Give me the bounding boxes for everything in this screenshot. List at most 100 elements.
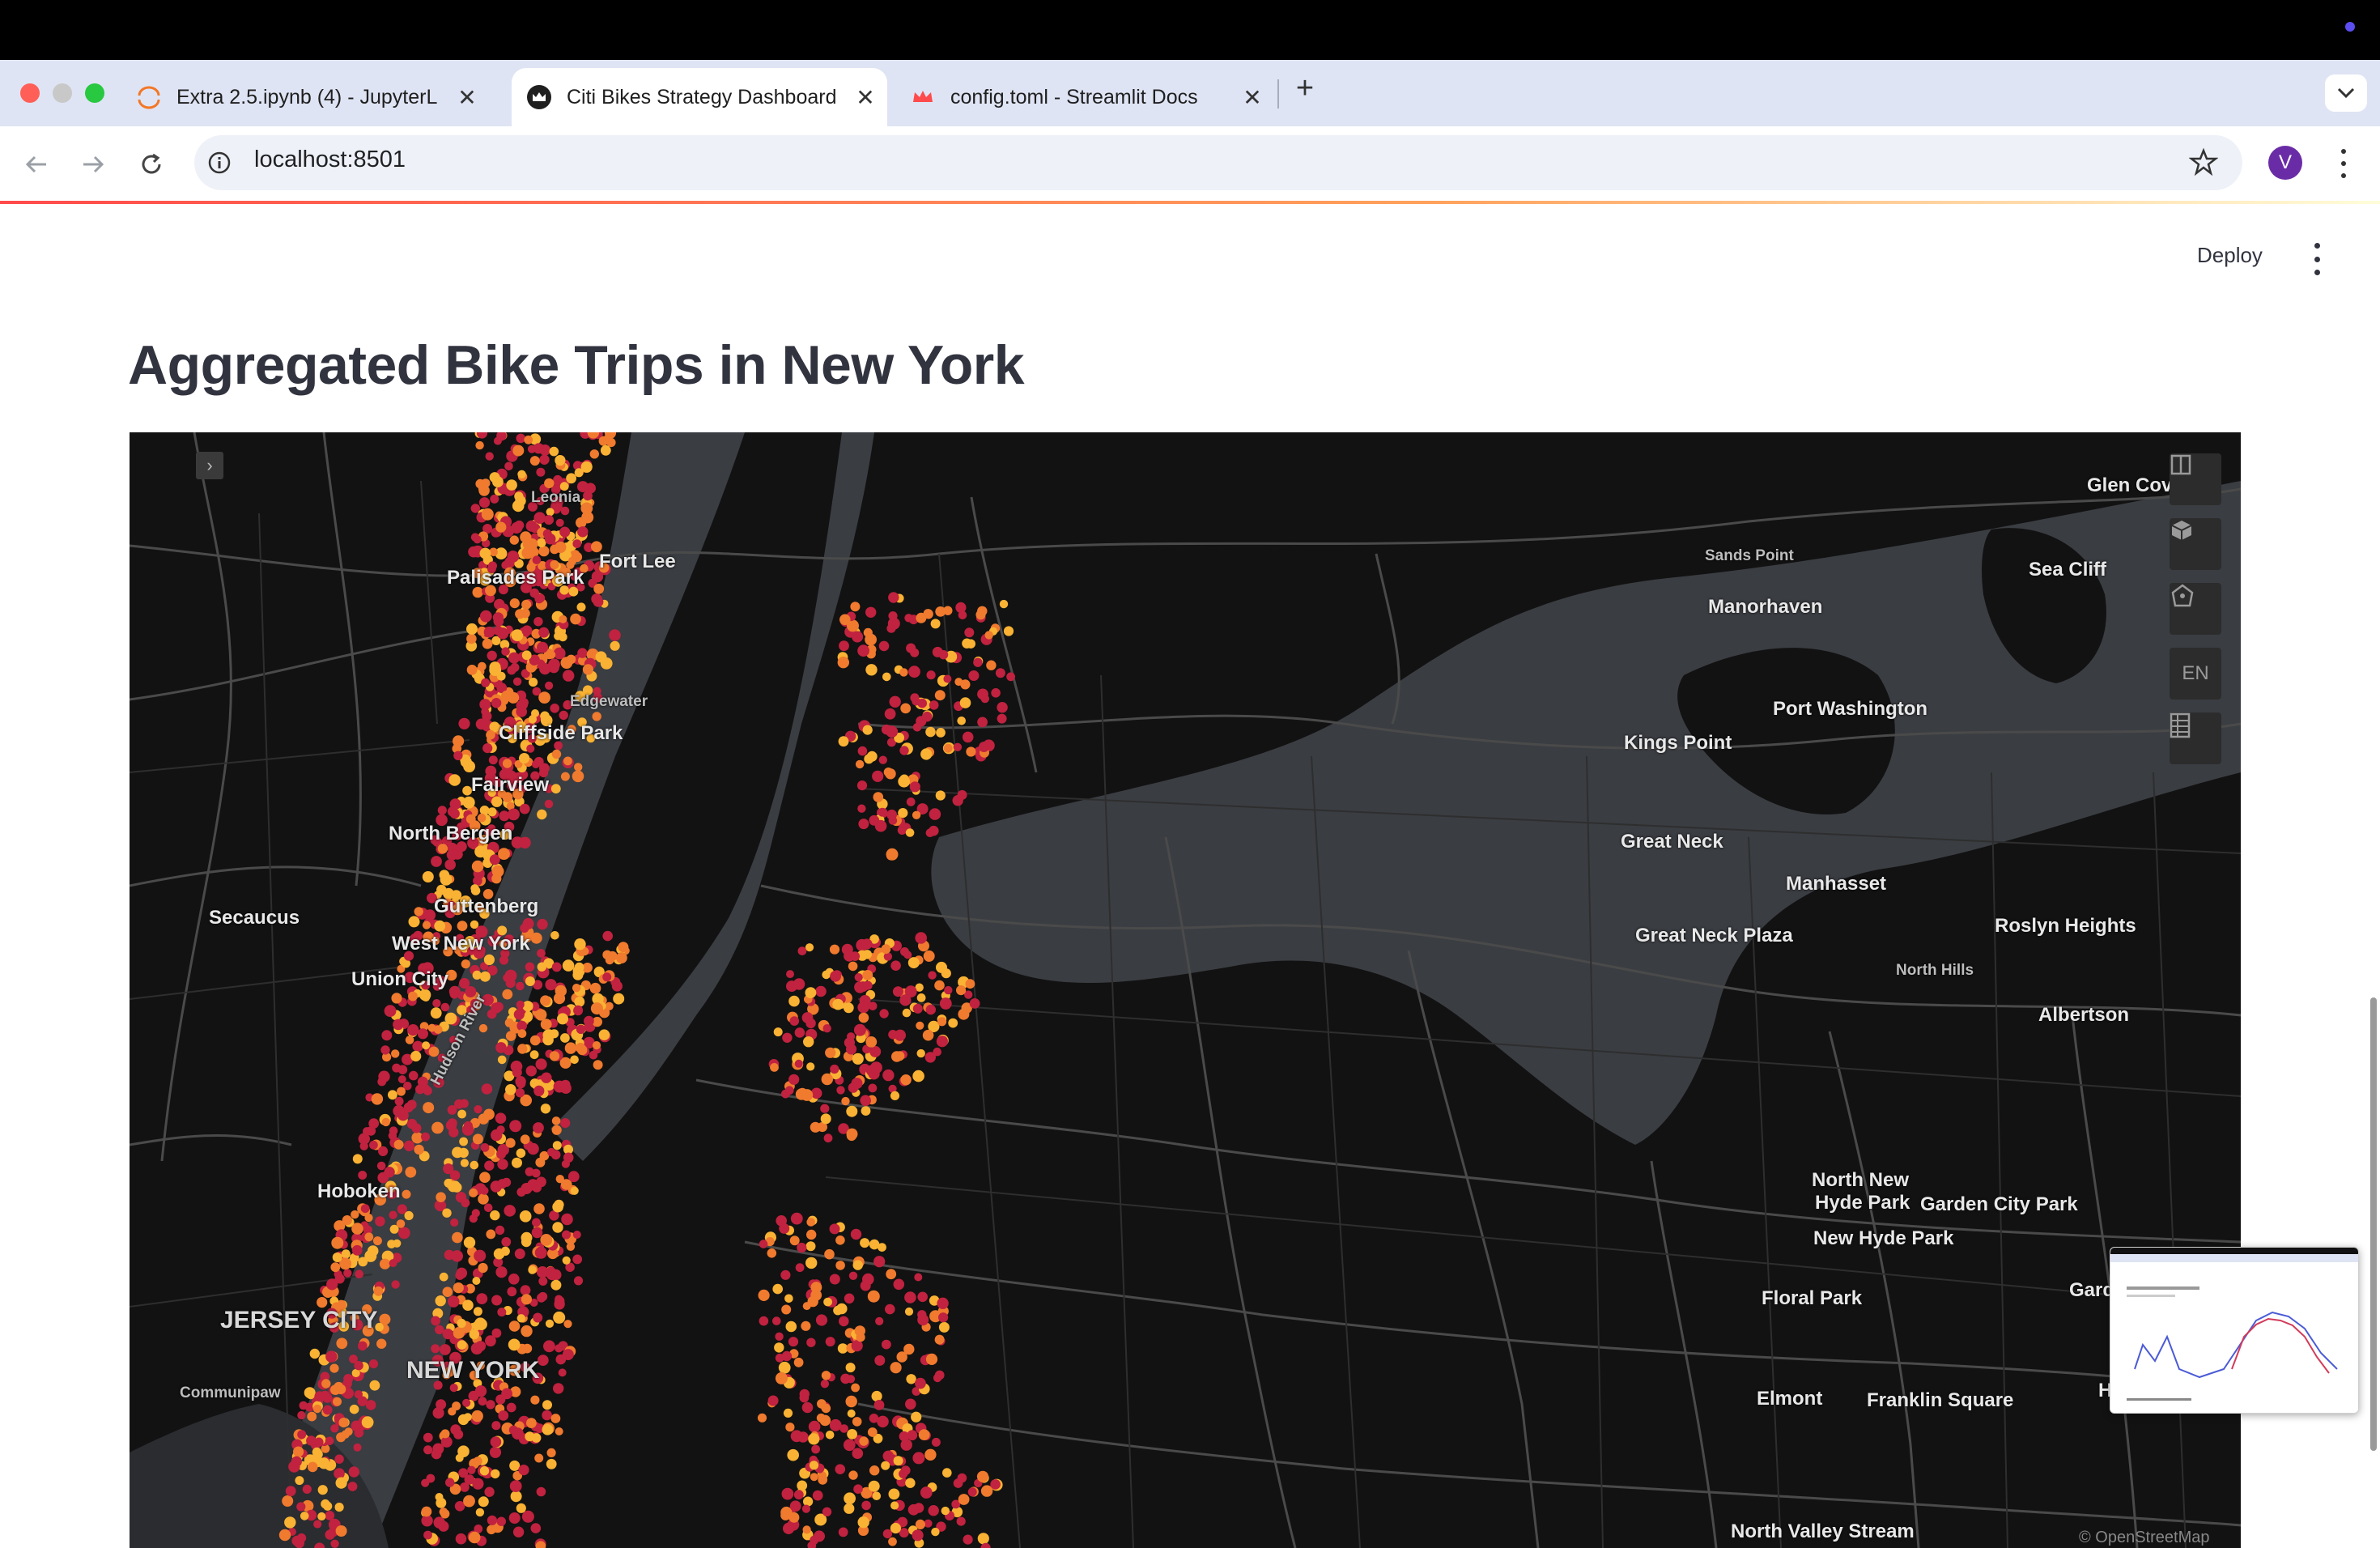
trip-dot <box>529 1035 541 1046</box>
tab-label: config.toml - Streamlit Docs <box>950 85 1198 108</box>
trip-dot <box>536 1486 546 1497</box>
screenshot-preview-thumbnail[interactable] <box>2110 1247 2359 1414</box>
site-info-icon[interactable] <box>207 151 232 175</box>
page-scrollbar[interactable] <box>2370 997 2377 1451</box>
close-tab-icon[interactable]: ✕ <box>1240 84 1264 111</box>
trip-dot <box>959 697 971 708</box>
trip-dot <box>434 920 446 932</box>
trip-dot <box>790 1430 803 1443</box>
trip-dot <box>567 1171 580 1183</box>
trip-dot <box>805 943 814 952</box>
reload-button[interactable] <box>131 144 172 185</box>
trip-dot <box>332 1252 342 1262</box>
new-tab-button[interactable]: + <box>1289 71 1321 112</box>
trip-dot <box>505 1031 516 1041</box>
trip-dot <box>784 1294 793 1303</box>
trip-dot <box>504 461 513 471</box>
profile-avatar[interactable]: V <box>2268 146 2302 180</box>
browser-menu-icon[interactable] <box>2340 149 2348 178</box>
trip-dot <box>928 971 937 980</box>
trip-dot <box>533 512 546 524</box>
map-attribution[interactable]: © OpenStreetMap <box>2079 1529 2209 1547</box>
trip-dot <box>452 1182 462 1193</box>
trip-dot <box>572 984 581 993</box>
trip-dot <box>542 1034 554 1046</box>
forward-button[interactable] <box>73 144 113 185</box>
trip-dot <box>846 1105 858 1117</box>
jupyter-icon <box>136 84 162 110</box>
trip-dot <box>904 614 913 623</box>
trip-dot <box>572 1254 583 1265</box>
trip-dot <box>342 1215 352 1226</box>
map-split-view-button[interactable] <box>2170 453 2221 505</box>
trip-dot <box>933 1373 942 1383</box>
address-bar[interactable] <box>194 135 2242 190</box>
trip-dot <box>916 993 926 1002</box>
trip-dot <box>618 942 629 953</box>
trip-dot <box>891 1051 903 1062</box>
tab-citi-bikes[interactable]: Citi Bikes Strategy Dashboard ✕ <box>512 68 887 126</box>
trip-dot <box>868 1083 878 1093</box>
trip-dot <box>526 1418 537 1428</box>
trip-dot <box>317 1485 328 1495</box>
trip-dot <box>381 1030 393 1041</box>
trip-dot <box>497 1055 507 1065</box>
trip-dot <box>473 1307 482 1316</box>
trip-dot <box>466 623 478 635</box>
trip-map[interactable]: › Leonia Fort Lee Palisades Park Edgewat… <box>130 432 2241 1548</box>
map-table-button[interactable] <box>2170 712 2221 764</box>
trip-dot <box>958 1008 970 1020</box>
trip-dot <box>431 1344 440 1354</box>
trip-dot <box>598 1029 610 1040</box>
status-indicator-icon <box>2345 22 2355 32</box>
trip-dot <box>885 768 896 780</box>
trip-dot <box>484 1486 495 1497</box>
trip-dot <box>781 1304 792 1315</box>
close-window-icon[interactable] <box>20 83 40 103</box>
back-button[interactable] <box>16 144 57 185</box>
trip-dot <box>406 1118 418 1129</box>
deploy-button[interactable]: Deploy <box>2197 243 2263 268</box>
close-tab-icon[interactable]: ✕ <box>455 84 479 111</box>
trip-dot <box>767 1248 777 1258</box>
maximize-window-icon[interactable] <box>85 83 104 103</box>
bookmark-star-icon[interactable] <box>2188 147 2219 176</box>
trip-dot <box>915 932 927 944</box>
trip-dot <box>852 1417 862 1427</box>
trip-dot <box>867 1290 880 1303</box>
tab-search-button[interactable] <box>2325 74 2367 112</box>
trip-dot <box>890 1091 900 1100</box>
trip-dot <box>869 1239 880 1250</box>
trip-dot <box>934 980 945 991</box>
streamlit-crown-icon <box>526 84 552 110</box>
trip-dot <box>507 551 520 563</box>
map-expand-icon[interactable]: › <box>196 452 223 479</box>
trip-dot <box>562 1256 571 1265</box>
minimize-window-icon[interactable] <box>53 83 72 103</box>
trip-dot <box>953 1478 963 1488</box>
trip-dot <box>929 808 941 820</box>
trip-dot <box>300 1512 309 1520</box>
trip-dot <box>802 1525 811 1534</box>
trip-dot <box>375 1216 385 1227</box>
trip-dot <box>783 1408 793 1418</box>
trip-dot <box>478 485 490 496</box>
map-language-button[interactable]: EN <box>2170 648 2221 700</box>
trip-dot <box>507 1286 517 1297</box>
trip-dot <box>609 629 621 641</box>
close-tab-icon[interactable]: ✕ <box>853 84 878 111</box>
trip-dot <box>886 851 896 861</box>
trip-dot <box>848 1082 859 1093</box>
url-text[interactable]: localhost:8501 <box>254 147 406 173</box>
trip-dot <box>334 1503 344 1512</box>
tab-jupyter[interactable]: Extra 2.5.ipynb (4) - JupyterL ✕ <box>121 68 502 126</box>
trip-dot <box>306 1435 317 1446</box>
trip-dot <box>851 1383 860 1393</box>
trip-dot <box>497 1308 507 1317</box>
app-menu-icon[interactable] <box>2309 243 2325 275</box>
map-compass-button[interactable] <box>2170 583 2221 635</box>
tab-streamlit-docs[interactable]: config.toml - Streamlit Docs ✕ <box>895 68 1276 126</box>
trip-dot <box>801 1401 814 1414</box>
map-3d-button[interactable] <box>2170 518 2221 570</box>
trip-dot <box>302 1484 312 1494</box>
